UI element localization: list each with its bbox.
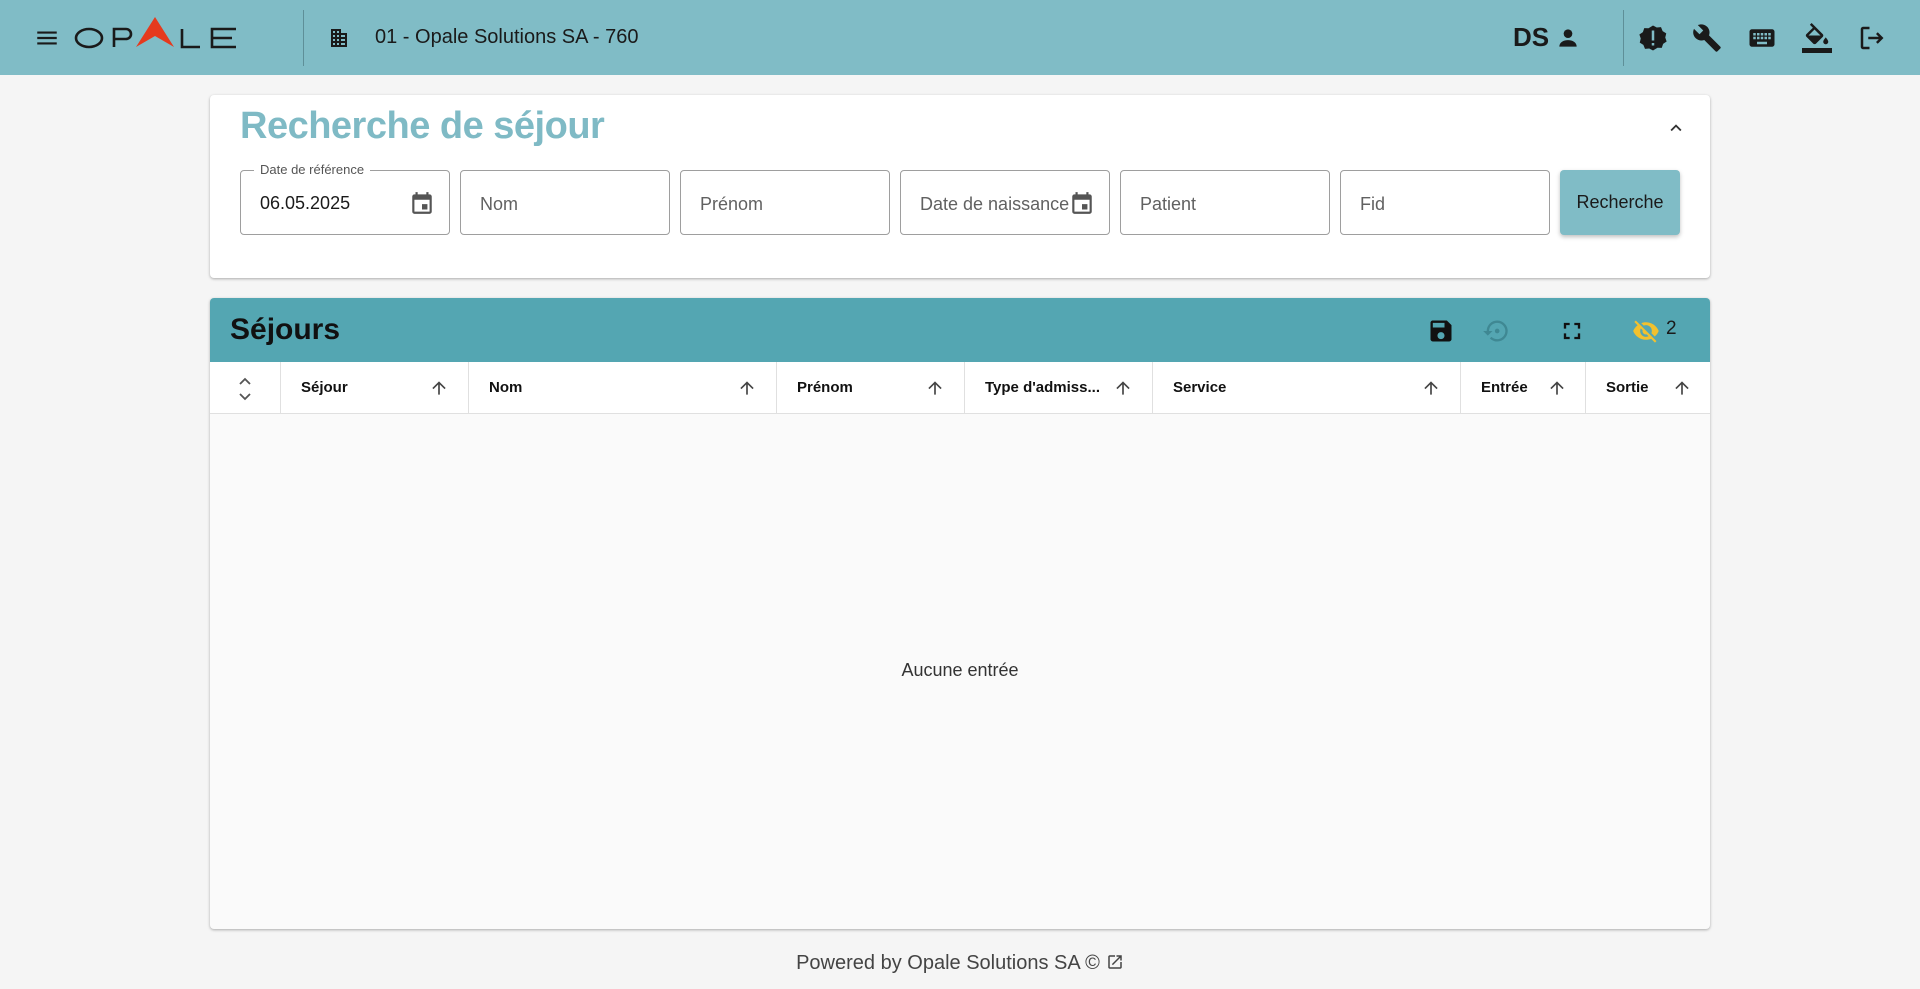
column-header-label: Entrée bbox=[1481, 379, 1528, 396]
header-divider bbox=[1623, 10, 1624, 66]
arrow-up-icon[interactable] bbox=[1113, 378, 1133, 398]
column-header-sejour[interactable]: Séjour bbox=[281, 362, 469, 414]
results-title: Séjours bbox=[230, 313, 341, 346]
expand-all-column[interactable] bbox=[210, 362, 281, 414]
birthdate-placeholder: Date de naissance bbox=[920, 194, 1070, 214]
column-header-prenom[interactable]: Prénom bbox=[777, 362, 965, 414]
footer-text: Powered by Opale Solutions SA © bbox=[796, 952, 1100, 974]
search-button[interactable]: Recherche bbox=[1560, 170, 1680, 235]
header-divider bbox=[303, 10, 304, 66]
results-header: Séjours 2 bbox=[210, 298, 1710, 362]
arrow-up-icon[interactable] bbox=[1547, 378, 1567, 398]
search-panel: Recherche de séjour Date de référence 06… bbox=[210, 95, 1710, 278]
prenom-placeholder: Prénom bbox=[700, 194, 764, 214]
arrow-up-icon[interactable] bbox=[737, 378, 757, 398]
alert-octagon-icon[interactable] bbox=[1638, 23, 1668, 53]
prenom-field[interactable]: Prénom bbox=[680, 170, 890, 235]
reference-date-value[interactable]: 06.05.2025 bbox=[260, 193, 350, 214]
user-initials[interactable]: DS bbox=[1513, 22, 1549, 53]
restore-icon[interactable] bbox=[1482, 317, 1510, 345]
opale-logo[interactable] bbox=[74, 14, 244, 58]
column-header-label: Service bbox=[1173, 379, 1227, 396]
fid-field[interactable]: Fid bbox=[1340, 170, 1550, 235]
reference-date-field[interactable]: Date de référence 06.05.2025 bbox=[240, 162, 450, 235]
column-header-nom[interactable]: Nom bbox=[469, 362, 777, 414]
top-app-bar: 01 - Opale Solutions SA - 760 DS bbox=[0, 0, 1920, 75]
column-header-sortie[interactable]: Sortie bbox=[1586, 362, 1710, 414]
column-header-label: Type d'admiss... bbox=[985, 379, 1100, 396]
footer-link[interactable]: Powered by Opale Solutions SA © bbox=[796, 952, 1124, 974]
calendar-icon[interactable] bbox=[409, 190, 435, 216]
arrow-up-icon[interactable] bbox=[429, 378, 449, 398]
footer: Powered by Opale Solutions SA © bbox=[0, 952, 1920, 975]
column-header-type-admission[interactable]: Type d'admiss... bbox=[965, 362, 1153, 414]
chevron-up-icon[interactable] bbox=[1665, 117, 1687, 139]
visibility-off-icon[interactable] bbox=[1632, 317, 1660, 345]
nom-placeholder: Nom bbox=[480, 194, 519, 214]
organization-label[interactable]: 01 - Opale Solutions SA - 760 bbox=[375, 26, 639, 49]
open-in-new-icon[interactable] bbox=[1106, 953, 1124, 971]
hidden-columns-count[interactable]: 2 bbox=[1666, 318, 1677, 340]
patient-field[interactable]: Patient bbox=[1120, 170, 1330, 235]
column-header-service[interactable]: Service bbox=[1153, 362, 1461, 414]
building-icon bbox=[331, 29, 347, 47]
save-icon[interactable] bbox=[1427, 317, 1455, 345]
menu-icon[interactable] bbox=[32, 25, 62, 51]
table-header: Séjour Nom Prénom Type d'admiss... Servi… bbox=[210, 362, 1710, 414]
patient-placeholder: Patient bbox=[1140, 194, 1197, 214]
unfold-icon[interactable] bbox=[236, 376, 254, 402]
fid-placeholder: Fid bbox=[1360, 194, 1386, 214]
logout-icon[interactable] bbox=[1857, 23, 1887, 53]
search-title: Recherche de séjour bbox=[240, 105, 605, 147]
keyboard-icon[interactable] bbox=[1747, 23, 1777, 53]
reference-date-label: Date de référence bbox=[254, 162, 371, 177]
column-header-entree[interactable]: Entrée bbox=[1461, 362, 1586, 414]
column-header-label: Sortie bbox=[1606, 379, 1649, 396]
arrow-up-icon[interactable] bbox=[1672, 378, 1692, 398]
calendar-icon[interactable] bbox=[1069, 190, 1095, 216]
fullscreen-icon[interactable] bbox=[1558, 317, 1586, 345]
column-header-label: Prénom bbox=[797, 379, 853, 396]
column-header-label: Nom bbox=[489, 379, 523, 396]
column-header-label: Séjour bbox=[301, 379, 348, 396]
nom-field[interactable]: Nom bbox=[460, 170, 670, 235]
empty-table-message: Aucune entrée bbox=[901, 660, 1019, 680]
birthdate-field[interactable]: Date de naissance bbox=[900, 170, 1110, 235]
arrow-up-icon[interactable] bbox=[925, 378, 945, 398]
format-color-fill-icon[interactable] bbox=[1802, 23, 1832, 53]
account-icon[interactable] bbox=[1555, 25, 1581, 51]
wrench-icon[interactable] bbox=[1692, 23, 1722, 53]
results-panel: Séjours 2 Séjour Nom Prénom Type d'admis… bbox=[210, 298, 1710, 929]
arrow-up-icon[interactable] bbox=[1421, 378, 1441, 398]
